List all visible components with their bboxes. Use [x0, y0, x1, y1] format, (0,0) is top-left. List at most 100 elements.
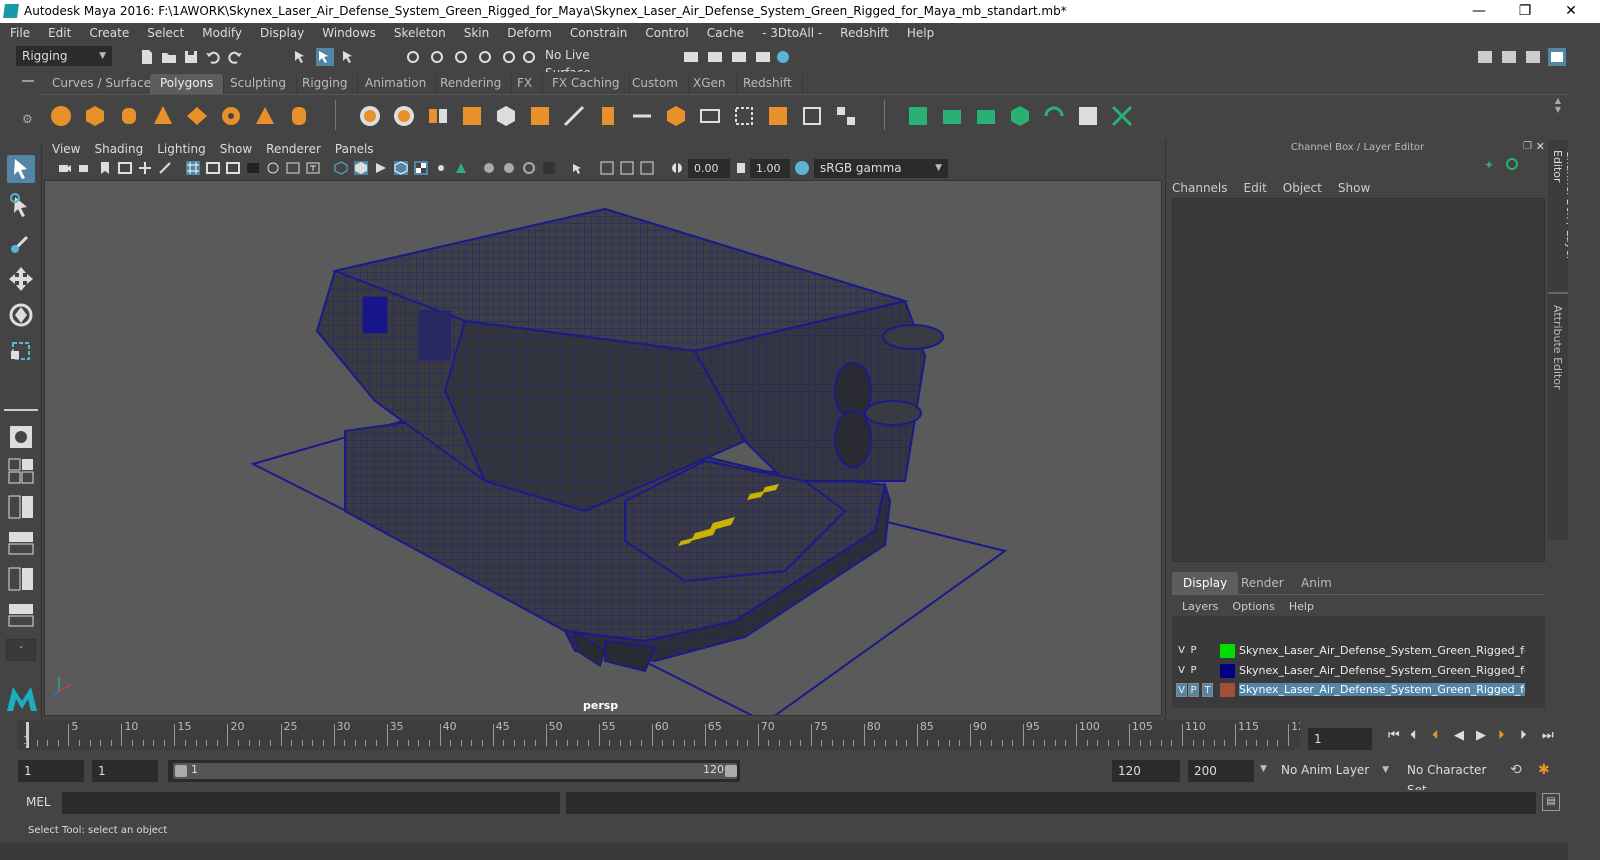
smooth-shade-icon[interactable] — [354, 161, 368, 175]
snap-grid-icon[interactable] — [404, 48, 422, 66]
close-panel-icon[interactable]: ✕ — [1536, 140, 1545, 153]
menu-control[interactable]: Control — [645, 26, 688, 40]
wireframe-on-shaded-icon[interactable] — [394, 161, 408, 175]
menu-cb-edit[interactable]: Edit — [1244, 181, 1267, 195]
separate-icon[interactable] — [392, 104, 416, 128]
persp-hypershade-layout-icon[interactable] — [7, 601, 35, 629]
layout-uv-icon[interactable] — [834, 104, 858, 128]
unfold-icon[interactable] — [800, 104, 824, 128]
snap-curve-icon[interactable] — [428, 48, 446, 66]
redshift-render-icon[interactable] — [1076, 104, 1100, 128]
layer-tab-render[interactable]: Render — [1230, 572, 1295, 594]
wireframe-icon[interactable] — [334, 161, 348, 175]
range-start-grip[interactable] — [175, 765, 187, 777]
redshift-proxy-icon[interactable] — [906, 104, 930, 128]
snap-view-icon[interactable] — [476, 48, 494, 66]
side-by-side-layout-icon[interactable] — [7, 493, 35, 521]
tool-settings-toggle-icon[interactable] — [1524, 48, 1542, 66]
live-surface-field[interactable]: No Live Surface — [540, 46, 634, 80]
exposure-field[interactable]: 0.00 — [688, 159, 730, 178]
channel-list[interactable] — [1172, 198, 1545, 562]
range-slider-handle[interactable] — [173, 763, 737, 779]
menu-cache[interactable]: Cache — [707, 26, 744, 40]
layer-playback-toggle[interactable]: P — [1188, 664, 1199, 678]
layer-playback-toggle[interactable]: P — [1188, 683, 1199, 697]
shelf-tab-custom[interactable]: Custom — [622, 74, 689, 94]
menu-constrain[interactable]: Constrain — [570, 26, 628, 40]
paint-select-icon[interactable] — [7, 229, 35, 257]
select-component-icon[interactable] — [340, 48, 358, 66]
uv-planar-icon[interactable] — [698, 104, 722, 128]
shelf-tab-redshift[interactable]: Redshift — [733, 74, 803, 94]
image-plane-icon[interactable] — [118, 161, 132, 175]
playback-start-field[interactable]: 1 — [92, 760, 158, 782]
smooth-icon[interactable] — [460, 104, 484, 128]
persp-outliner-layout-icon[interactable] — [7, 565, 35, 593]
exposure-icon[interactable] — [670, 161, 684, 175]
step-forward-key-icon[interactable]: ⏵ — [1498, 728, 1505, 743]
xray-joints-icon[interactable] — [640, 161, 654, 175]
menu-select[interactable]: Select — [147, 26, 184, 40]
menu-help[interactable]: Help — [907, 26, 934, 40]
character-set-dropdown[interactable]: No Character Set — [1402, 760, 1506, 797]
xray-active-icon[interactable] — [620, 161, 634, 175]
shelf-tab-animation[interactable]: Animation — [355, 74, 438, 94]
poly-torus-icon[interactable] — [219, 104, 243, 128]
anim-layer-dropdown[interactable]: No Anim Layer ▼ — [1276, 760, 1394, 782]
viewport-menu-show[interactable]: Show — [220, 142, 252, 156]
gear-icon[interactable]: ⚙ — [22, 112, 33, 126]
resolution-gate-icon[interactable] — [226, 161, 240, 175]
undo-icon[interactable] — [204, 48, 222, 66]
viewport-menu-panels[interactable]: Panels — [335, 142, 374, 156]
play-backwards-icon[interactable]: ◀ — [1454, 728, 1464, 743]
layout-menu-button[interactable]: - — [6, 639, 36, 661]
menu-skeleton[interactable]: Skeleton — [394, 26, 446, 40]
scale-tool-icon[interactable] — [7, 337, 35, 365]
float-panel-icon[interactable]: ❐ — [1523, 141, 1532, 152]
snap-surface-icon[interactable] — [500, 48, 518, 66]
layer-row[interactable]: V P Skynex_Laser_Air_Defense_System_Gree… — [1176, 642, 1525, 660]
outliner-toggle-icon[interactable] — [1500, 48, 1518, 66]
render-settings-icon[interactable] — [754, 48, 772, 66]
extrude-icon[interactable] — [494, 104, 518, 128]
combine-icon[interactable] — [358, 104, 382, 128]
step-back-frame-icon[interactable]: ⏴ — [1410, 728, 1417, 743]
close-button[interactable]: ✕ — [1548, 0, 1594, 23]
shelf-scroll[interactable]: ▲ ▼ — [1548, 96, 1568, 136]
anti-aliasing-icon[interactable] — [522, 161, 536, 175]
render-frame-icon[interactable] — [706, 48, 724, 66]
viewport-menu-lighting[interactable]: Lighting — [157, 142, 206, 156]
select-object-icon[interactable] — [316, 48, 334, 66]
menu-options[interactable]: Options — [1232, 600, 1274, 613]
gamma-icon[interactable] — [734, 161, 748, 175]
four-view-layout-icon[interactable] — [7, 457, 35, 485]
menu-create[interactable]: Create — [89, 26, 129, 40]
playback-end-field[interactable]: 120 — [1112, 760, 1180, 782]
menu-layer-help[interactable]: Help — [1289, 600, 1314, 613]
menu-modify[interactable]: Modify — [202, 26, 242, 40]
new-scene-icon[interactable] — [138, 48, 156, 66]
shadows-icon[interactable] — [454, 161, 468, 175]
poly-cone-icon[interactable] — [151, 104, 175, 128]
perspective-viewport[interactable]: persp — [44, 180, 1162, 716]
layer-tab-display[interactable]: Display — [1172, 572, 1239, 594]
layer-name[interactable]: Skynex_Laser_Air_Defense_System_Green_Ri… — [1239, 683, 1525, 696]
move-tool-icon[interactable] — [7, 265, 35, 293]
range-slider-track[interactable]: 1 120 — [168, 760, 740, 782]
2d-pan-zoom-icon[interactable] — [138, 161, 152, 175]
layer-row[interactable]: V P Skynex_Laser_Air_Defense_System_Gree… — [1176, 662, 1525, 680]
bridge-icon[interactable] — [528, 104, 552, 128]
layer-visibility-toggle[interactable]: V — [1176, 644, 1187, 658]
layer-color-swatch[interactable] — [1220, 683, 1235, 697]
redshift-sun-icon[interactable] — [1042, 104, 1066, 128]
film-gate-icon[interactable] — [206, 161, 220, 175]
depth-of-field-icon[interactable] — [542, 161, 556, 175]
xray-icon[interactable] — [600, 161, 614, 175]
viewport-menu-shading[interactable]: Shading — [94, 142, 143, 156]
step-back-key-icon[interactable]: ⏴ — [1432, 728, 1439, 743]
open-scene-icon[interactable] — [160, 48, 178, 66]
menu-cb-show[interactable]: Show — [1338, 181, 1370, 195]
shelf-tab-fx[interactable]: FX — [507, 74, 544, 94]
camera-select-icon[interactable] — [58, 161, 72, 175]
scroll-up-icon[interactable]: ▲ — [1548, 96, 1568, 105]
